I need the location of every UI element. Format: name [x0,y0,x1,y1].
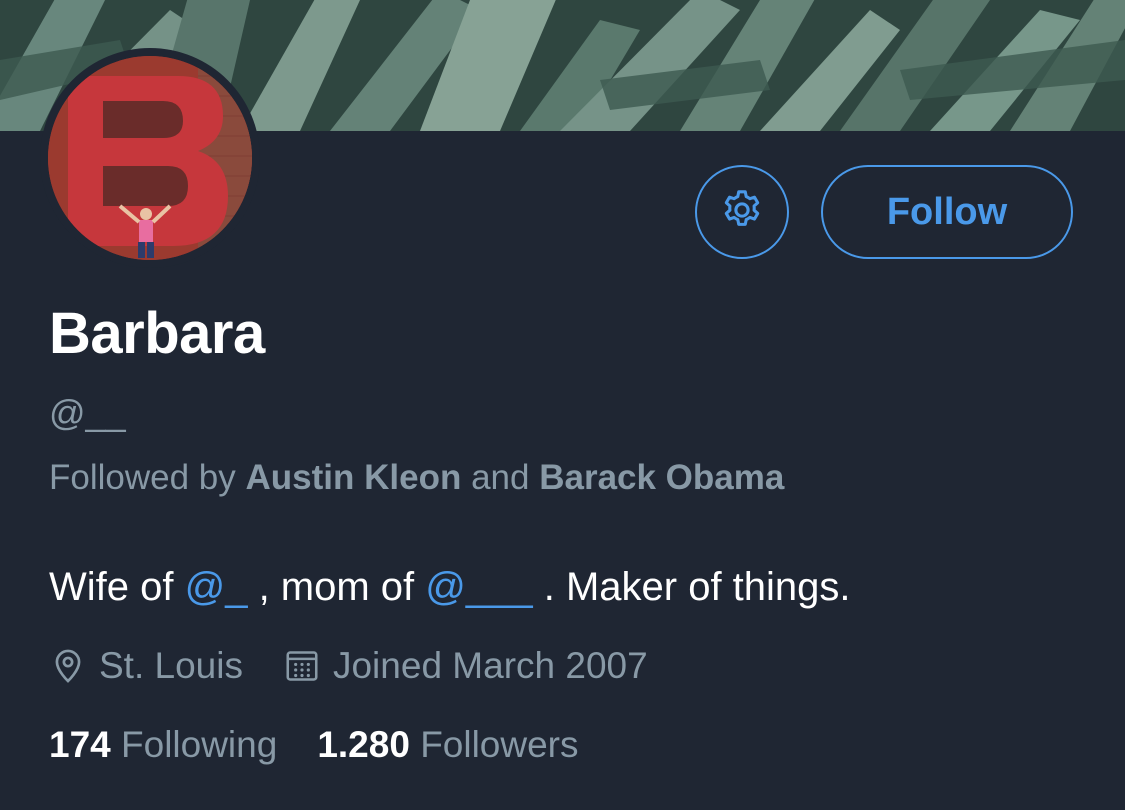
avatar[interactable] [40,48,260,268]
bio-text-2: , mom of [247,565,426,609]
calendar-icon [283,647,321,685]
bio-text-3: . Maker of things. [532,565,851,609]
followers-label: Followers [420,724,579,765]
settings-button[interactable] [695,165,789,259]
bio-mention-2[interactable]: @___ [425,565,532,609]
profile-stats: 174 Following 1.280 Followers [49,724,579,766]
following-stat[interactable]: 174 Following [49,724,277,766]
followed-by-user-1[interactable]: Austin Kleon [246,458,462,497]
display-name: Barbara [49,301,265,366]
followed-by-user-2[interactable]: Barack Obama [539,458,784,497]
gear-icon [719,187,765,238]
followers-stat[interactable]: 1.280 Followers [317,724,578,766]
avatar-image [48,56,252,260]
location-text: St. Louis [99,645,243,686]
profile-page: Follow Barbara @__ Followed by Austin Kl… [0,0,1125,810]
profile-handle: @__ [49,392,126,433]
followed-by-conjunction: and [471,458,530,497]
location-pin-icon [49,647,87,685]
profile-meta: St. Louis Joined March 2007 [49,645,648,687]
following-label: Following [121,724,278,765]
follow-button[interactable]: Follow [821,165,1073,259]
profile-bio: Wife of @_ , mom of @___ . Maker of thin… [49,565,851,610]
joined-item: Joined March 2007 [283,645,648,687]
followers-count: 1.280 [317,724,410,765]
bio-text-1: Wife of [49,565,185,609]
location-item: St. Louis [49,645,243,687]
followed-by-prefix: Followed by [49,458,236,497]
bio-mention-1[interactable]: @_ [185,565,248,609]
joined-text: Joined March 2007 [332,645,648,686]
followed-by: Followed by Austin Kleon and Barack Obam… [49,458,784,498]
following-count: 174 [49,724,111,765]
